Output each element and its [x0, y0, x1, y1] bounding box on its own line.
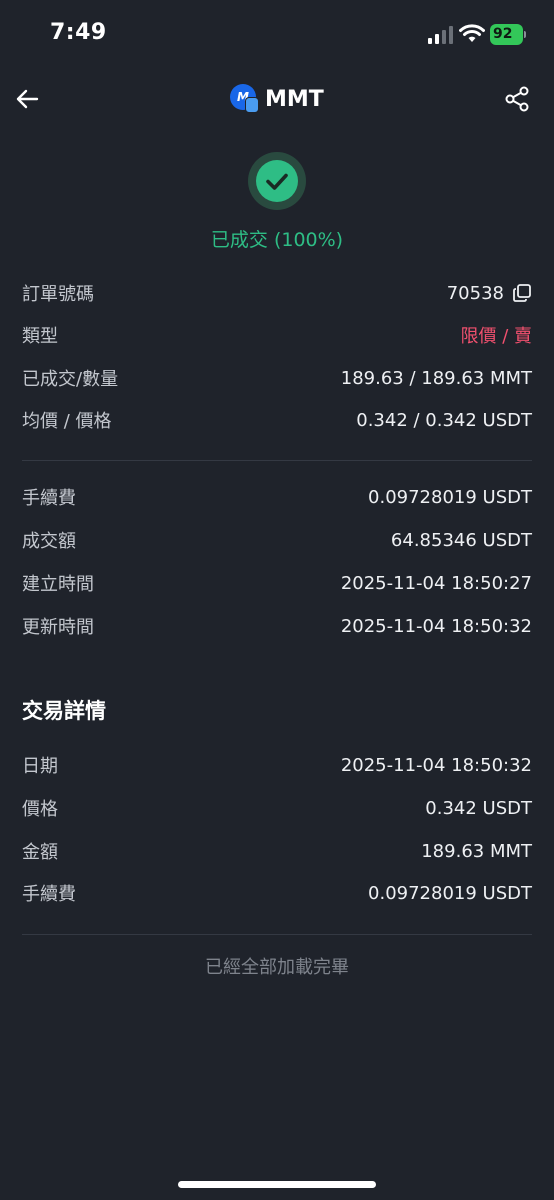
check-circle — [256, 160, 298, 202]
created-time-row: 建立時間 2025-11-04 18:50:27 — [22, 568, 532, 598]
coin-logo: M — [230, 84, 260, 114]
divider — [22, 934, 532, 935]
trade-amount-label: 金額 — [22, 842, 58, 863]
turnover-value: 64.85346 USDT — [390, 529, 532, 551]
order-type-value: 限價 / 賣 — [460, 326, 532, 347]
status-time: 7:49 — [50, 20, 107, 45]
fee-label: 手續費 — [22, 488, 76, 509]
divider — [22, 460, 532, 461]
order-number-row: 訂單號碼 70538 — [22, 278, 532, 308]
trade-amount-value: 189.63 MMT — [421, 840, 532, 862]
battery-level: 92 — [493, 26, 513, 42]
filled-quantity-label: 已成交/數量 — [22, 369, 119, 390]
created-time-label: 建立時間 — [22, 574, 94, 595]
fee-row: 手續費 0.09728019 USDT — [22, 482, 532, 512]
order-status-text: 已成交 (100%) — [210, 229, 344, 251]
trade-date-row: 日期 2025-11-04 18:50:32 — [22, 750, 532, 780]
status-bar: 7:49 92 — [0, 0, 554, 70]
home-indicator[interactable] — [178, 1181, 376, 1188]
trade-fee-value: 0.09728019 USDT — [368, 882, 532, 904]
trade-price-row: 價格 0.342 USDT — [22, 793, 532, 823]
order-number-label: 訂單號碼 — [22, 284, 94, 305]
trade-fee-label: 手續費 — [22, 884, 76, 905]
order-number-value: 70538 — [446, 282, 504, 304]
trade-fee-row: 手續費 0.09728019 USDT — [22, 878, 532, 908]
order-type-row: 類型 限價 / 賣 — [22, 320, 532, 350]
header-title-group: M MMT — [230, 84, 324, 114]
checkmark-icon — [266, 173, 288, 190]
trade-date-label: 日期 — [22, 756, 58, 777]
updated-time-value: 2025-11-04 18:50:32 — [340, 615, 532, 637]
trade-details-title: 交易詳情 — [22, 699, 106, 723]
avg-price-label: 均價 / 價格 — [22, 411, 112, 432]
updated-time-row: 更新時間 2025-11-04 18:50:32 — [22, 611, 532, 641]
filled-quantity-value: 189.63 / 189.63 MMT — [340, 367, 532, 389]
created-time-value: 2025-11-04 18:50:27 — [340, 572, 532, 594]
order-type-label: 類型 — [22, 326, 58, 347]
copy-icon[interactable] — [512, 283, 532, 303]
trade-price-value: 0.342 USDT — [425, 797, 532, 819]
trade-amount-row: 金額 189.63 MMT — [22, 836, 532, 866]
order-detail-screen: 7:49 92 M MMT 已成交 (100%) 訂單號碼 70538 類型 限… — [0, 0, 554, 1200]
filled-status-icon — [248, 152, 306, 210]
updated-time-label: 更新時間 — [22, 617, 94, 638]
back-button[interactable] — [12, 84, 42, 114]
turnover-label: 成交額 — [22, 531, 76, 552]
wifi-icon — [459, 24, 485, 42]
turnover-row: 成交額 64.85346 USDT — [22, 525, 532, 555]
all-loaded-note: 已經全部加載完畢 — [205, 957, 349, 978]
share-button[interactable] — [503, 85, 531, 113]
cellular-signal-icon — [428, 26, 453, 44]
order-number-value-group: 70538 — [447, 283, 532, 304]
trade-date-value: 2025-11-04 18:50:32 — [340, 754, 532, 776]
battery-indicator: 92 — [490, 24, 526, 45]
filled-quantity-row: 已成交/數量 189.63 / 189.63 MMT — [22, 363, 532, 393]
battery-cap — [524, 31, 526, 38]
chain-badge-icon — [245, 97, 259, 113]
page-title: MMT — [265, 86, 324, 112]
fee-value: 0.09728019 USDT — [368, 486, 532, 508]
avg-price-value: 0.342 / 0.342 USDT — [356, 409, 532, 431]
avg-price-row: 均價 / 價格 0.342 / 0.342 USDT — [22, 405, 532, 435]
trade-price-label: 價格 — [22, 799, 58, 820]
